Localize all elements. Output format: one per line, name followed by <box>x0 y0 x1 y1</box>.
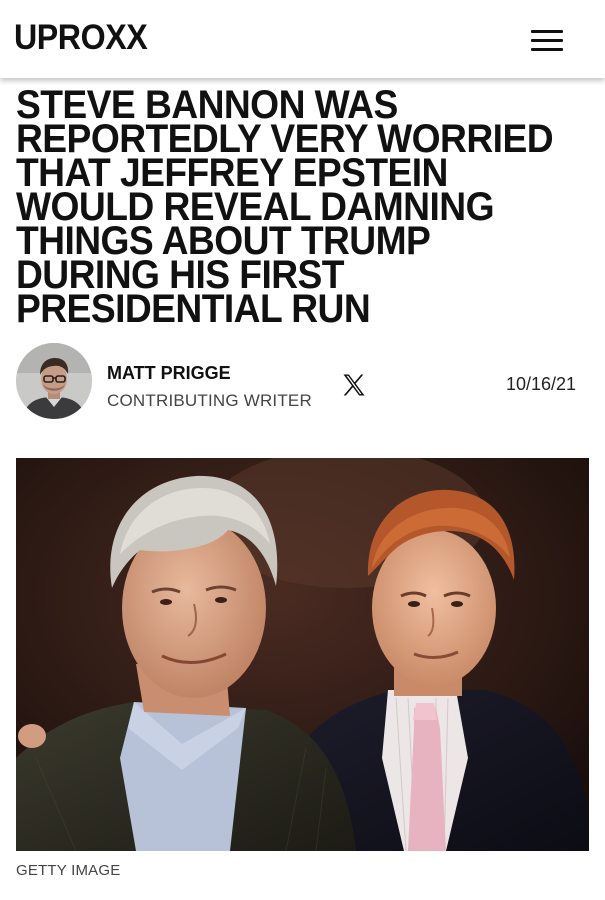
article-headline: STEVE BANNON WAS REPORTEDLY VERY WORRIED… <box>16 83 554 331</box>
menu-bar <box>531 39 563 42</box>
author-avatar[interactable] <box>16 343 92 419</box>
author-role: CONTRIBUTING WRITER <box>107 391 312 410</box>
hamburger-menu-icon[interactable] <box>527 26 567 54</box>
article-hero-image <box>16 458 589 851</box>
site-header: UPROXX <box>0 0 605 78</box>
x-logo-svg <box>343 374 365 396</box>
article-page: UPROXX STEVE BANNON WAS REPORTEDLY VERY … <box>0 0 605 900</box>
author-name[interactable]: MATT PRIGGE <box>107 363 231 384</box>
author-photo <box>16 343 92 419</box>
menu-bar <box>531 48 563 51</box>
site-logo[interactable]: UPROXX <box>14 18 148 58</box>
x-logo-icon[interactable] <box>340 371 368 399</box>
hero-photo <box>16 458 589 851</box>
publish-date: 10/16/21 <box>506 374 577 394</box>
menu-bar <box>531 30 563 33</box>
image-caption: GETTY IMAGE <box>16 862 121 879</box>
